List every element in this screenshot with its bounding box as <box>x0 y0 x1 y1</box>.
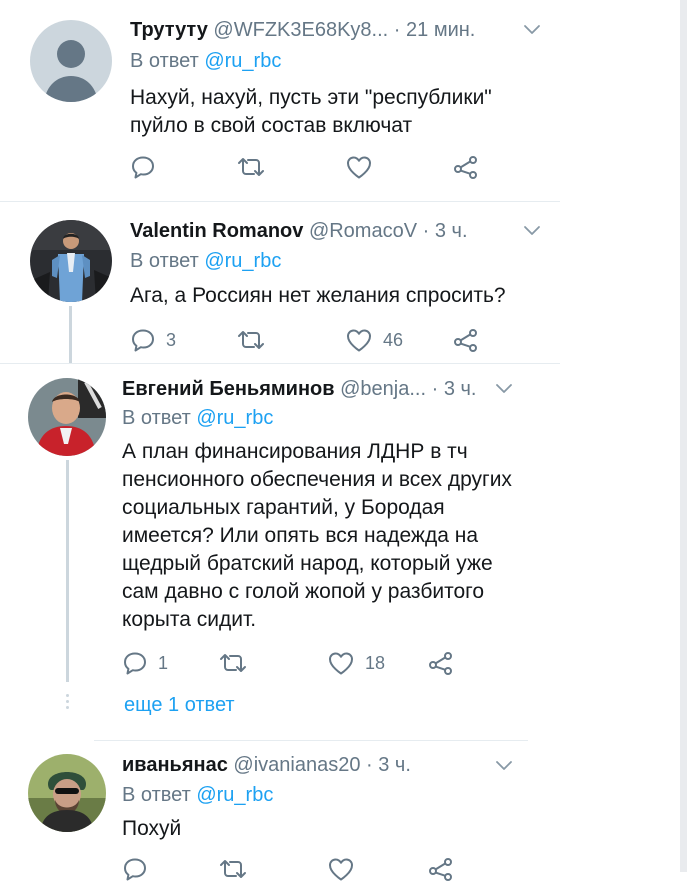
reply-count: 1 <box>158 652 169 673</box>
like-count: 18 <box>365 652 386 673</box>
share-icon <box>452 327 480 353</box>
thread-ellipsis <box>66 694 69 712</box>
page-right-edge <box>680 0 687 872</box>
author-handle[interactable]: @RomacoV <box>309 220 417 242</box>
reply-prefix: В ответ <box>122 407 191 429</box>
thread-line <box>69 306 72 364</box>
timestamp[interactable]: 21 мин. <box>406 19 475 41</box>
user-photo <box>30 220 112 302</box>
reply-prefix: В ответ <box>130 250 199 272</box>
tweet-text: А план финансирования ЛДНР в тч пенсионн… <box>122 440 512 631</box>
avatar[interactable] <box>30 220 112 302</box>
retweet-icon <box>235 327 267 353</box>
share-icon <box>427 856 455 882</box>
tweet-text: Ага, а Россиян нет желания спросить? <box>130 284 506 307</box>
retweet-button[interactable] <box>217 854 249 884</box>
avatar[interactable] <box>28 378 106 456</box>
author-name[interactable]: Евгений Беньяминов <box>122 378 335 400</box>
default-avatar-icon <box>30 20 112 102</box>
tweet[interactable]: иваньянас @ivanianas20 · 3 ч. В ответ @r… <box>0 742 560 872</box>
timestamp[interactable]: 3 ч. <box>444 378 477 400</box>
timestamp[interactable]: 3 ч. <box>378 754 411 776</box>
share-button[interactable] <box>427 854 455 884</box>
heart-icon <box>327 650 355 676</box>
heart-icon <box>327 856 355 882</box>
reply-mention-link[interactable]: @ru_rbc <box>204 250 281 272</box>
share-button[interactable] <box>452 152 480 182</box>
tweet-text: Похуй <box>122 817 182 840</box>
heart-icon <box>345 154 373 180</box>
like-button[interactable] <box>327 854 355 884</box>
reply-icon <box>122 650 148 676</box>
reply-mention-link[interactable]: @ru_rbc <box>204 50 281 72</box>
retweet-button[interactable] <box>217 648 249 678</box>
like-button[interactable] <box>345 152 383 182</box>
retweet-icon <box>235 154 267 180</box>
meta-separator: · <box>366 754 373 776</box>
thread-line <box>66 460 69 682</box>
reply-mention-link[interactable]: @ru_rbc <box>196 407 273 429</box>
avatar[interactable] <box>28 754 106 832</box>
meta-separator: · <box>431 378 439 400</box>
chevron-down-icon[interactable] <box>522 23 542 37</box>
share-button[interactable] <box>427 648 455 678</box>
retweet-button[interactable] <box>235 152 267 182</box>
tweet[interactable]: Евгений Беньяминов @benja... · 3 ч. В от… <box>0 364 560 738</box>
user-photo <box>28 378 106 456</box>
share-icon <box>452 154 480 180</box>
heart-icon <box>345 327 373 353</box>
meta-separator: · <box>422 220 430 242</box>
chevron-down-icon[interactable] <box>494 759 514 773</box>
show-more-replies-link[interactable]: еще 1 ответ <box>124 694 235 717</box>
reply-button[interactable] <box>122 854 148 884</box>
tweet[interactable]: Трутуту @WFZK3E68Ky8... · 21 мин. В отве… <box>0 0 560 200</box>
retweet-icon <box>217 856 249 882</box>
avatar[interactable] <box>30 20 112 102</box>
reply-icon <box>130 327 156 353</box>
reply-button[interactable]: 3 <box>130 325 176 355</box>
author-name[interactable]: Valentin Romanov <box>130 220 303 242</box>
meta-separator: · <box>393 19 401 41</box>
share-icon <box>427 650 455 676</box>
author-name[interactable]: иваньянас <box>122 754 228 776</box>
reply-prefix: В ответ <box>122 784 191 806</box>
user-photo <box>28 754 106 832</box>
author-handle[interactable]: @benja... <box>340 378 426 400</box>
author-handle[interactable]: @ivanianas20 <box>233 754 360 776</box>
timestamp[interactable]: 3 ч. <box>435 220 468 242</box>
reply-count: 3 <box>166 329 177 350</box>
chevron-down-icon[interactable] <box>522 224 542 238</box>
retweet-icon <box>217 650 249 676</box>
like-button[interactable]: 18 <box>327 648 385 678</box>
retweet-button[interactable] <box>235 325 267 355</box>
reply-icon <box>122 856 148 882</box>
like-count: 46 <box>383 329 404 350</box>
tweet-text: Нахуй, нахуй, пусть эти "республики" пуй… <box>130 86 492 137</box>
reply-prefix: В ответ <box>130 50 199 72</box>
reply-icon <box>130 154 156 180</box>
reply-mention-link[interactable]: @ru_rbc <box>196 784 273 806</box>
tweet[interactable]: Valentin Romanov @RomacoV · 3 ч. В ответ… <box>0 202 560 364</box>
chevron-down-icon[interactable] <box>494 382 514 396</box>
tweet-divider <box>94 740 528 741</box>
share-button[interactable] <box>452 325 480 355</box>
reply-button[interactable]: 1 <box>122 648 168 678</box>
author-handle[interactable]: @WFZK3E68Ky8... <box>213 19 388 41</box>
author-name[interactable]: Трутуту <box>130 19 208 41</box>
like-button[interactable]: 46 <box>345 325 403 355</box>
reply-button[interactable] <box>130 152 166 182</box>
